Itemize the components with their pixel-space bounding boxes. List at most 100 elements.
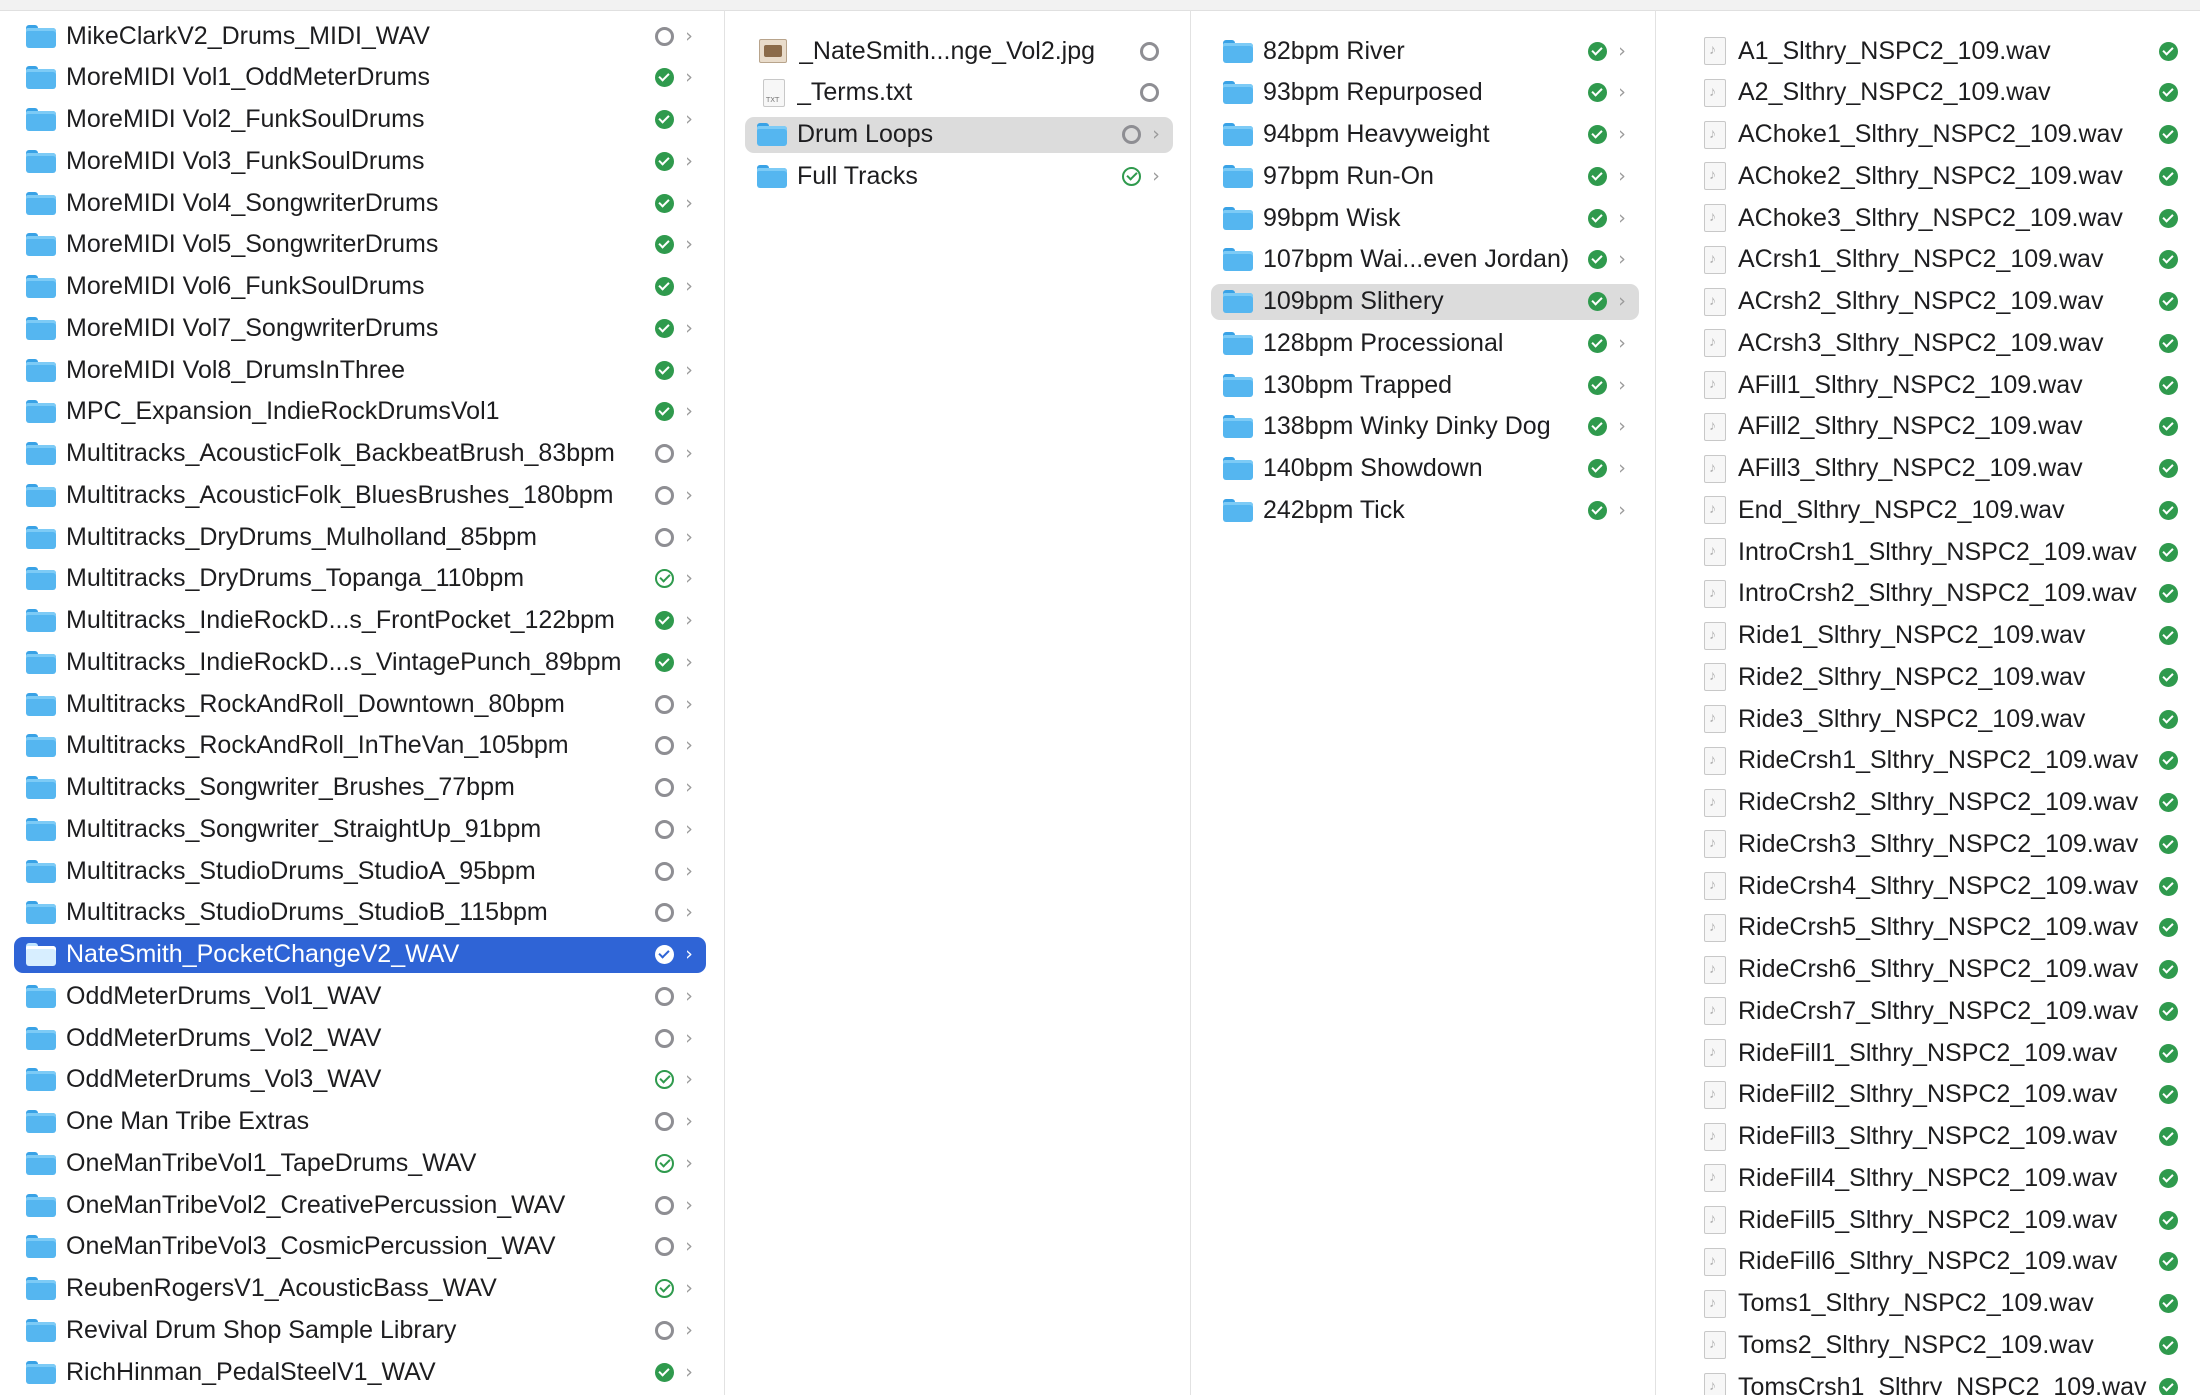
file-row[interactable]: ACrsh3_Slthry_NSPC2_109.wav	[1686, 325, 2192, 361]
file-row[interactable]: IntroCrsh2_Slthry_NSPC2_109.wav	[1686, 576, 2192, 612]
file-row[interactable]: RideCrsh5_Slthry_NSPC2_109.wav	[1686, 910, 2192, 946]
folder-row[interactable]: OneManTribeVol2_CreativePercussion_WAV ›	[14, 1187, 706, 1223]
folder-row[interactable]: 107bpm Wai...even Jordan) ›	[1211, 242, 1639, 278]
file-row[interactable]: RideFill3_Slthry_NSPC2_109.wav	[1686, 1119, 2192, 1155]
folder-row[interactable]: OddMeterDrums_Vol2_WAV ›	[14, 1020, 706, 1056]
file-row[interactable]: RideCrsh7_Slthry_NSPC2_109.wav	[1686, 993, 2192, 1029]
column-drum-loops[interactable]: 82bpm River › 93bpm Repurposed › 94bpm Heavy…	[1191, 10, 1655, 1395]
column-slithery-files[interactable]: A1_Slthry_NSPC2_109.wav A2_Slthry_NSPC2_1…	[1656, 10, 2200, 1395]
folder-row[interactable]: Multitracks_DryDrums_Mulholland_85bpm ›	[14, 519, 706, 555]
file-row[interactable]: End_Slthry_NSPC2_109.wav	[1686, 492, 2192, 528]
chevron-right-icon: ›	[685, 1151, 693, 1174]
folder-row[interactable]: RichHinman_PedalSteelV1_WAV ›	[14, 1354, 706, 1390]
folder-row[interactable]: 97bpm Run-On ›	[1211, 158, 1639, 194]
folder-row[interactable]: Full Tracks ›	[745, 158, 1173, 194]
item-name: Multitracks_Songwriter_Brushes_77bpm	[66, 773, 515, 801]
file-row[interactable]: _Terms.txt	[745, 75, 1173, 111]
file-row[interactable]: RideCrsh6_Slthry_NSPC2_109.wav	[1686, 952, 2192, 988]
column-pocketchange[interactable]: _NateSmith...nge_Vol2.jpg _Terms.txt Drum …	[725, 10, 1190, 1395]
file-row[interactable]: A2_Slthry_NSPC2_109.wav	[1686, 75, 2192, 111]
file-row[interactable]: A1_Slthry_NSPC2_109.wav	[1686, 33, 2192, 69]
item-name: Toms1_Slthry_NSPC2_109.wav	[1738, 1289, 2094, 1317]
folder-row[interactable]: MoreMIDI Vol3_FunkSoulDrums ›	[14, 143, 706, 179]
synced-check-icon	[1588, 459, 1607, 478]
folder-icon	[26, 1151, 56, 1175]
folder-row[interactable]: Drum Loops ›	[745, 116, 1173, 153]
audio-file-icon	[1704, 371, 1726, 399]
folder-row[interactable]: MoreMIDI Vol4_SongwriterDrums ›	[14, 185, 706, 221]
file-row[interactable]: RideCrsh3_Slthry_NSPC2_109.wav	[1686, 826, 2192, 862]
folder-icon	[757, 164, 787, 188]
folder-row[interactable]: 94bpm Heavyweight ›	[1211, 117, 1639, 153]
folder-row[interactable]: NateSmith_PocketChangeV2_WAV ›	[14, 936, 706, 973]
folder-row[interactable]: Multitracks_StudioDrums_StudioA_95bpm ›	[14, 853, 706, 889]
folder-row[interactable]: Multitracks_Songwriter_StraightUp_91bpm ›	[14, 811, 706, 847]
file-row[interactable]: RideFill5_Slthry_NSPC2_109.wav	[1686, 1202, 2192, 1238]
folder-row[interactable]: 93bpm Repurposed ›	[1211, 75, 1639, 111]
folder-row[interactable]: MoreMIDI Vol2_FunkSoulDrums ›	[14, 102, 706, 138]
file-row[interactable]: RideFill1_Slthry_NSPC2_109.wav	[1686, 1035, 2192, 1071]
folder-row[interactable]: OddMeterDrums_Vol1_WAV ›	[14, 978, 706, 1014]
folder-row[interactable]: MoreMIDI Vol5_SongwriterDrums ›	[14, 227, 706, 263]
audio-file-icon	[1704, 287, 1726, 316]
folder-row[interactable]: Multitracks_IndieRockD...s_FrontPocket_1…	[14, 603, 706, 639]
folder-row[interactable]: Revival Drum Shop Sample Library ›	[14, 1312, 706, 1348]
folder-icon	[26, 442, 56, 465]
file-row[interactable]: ACrsh1_Slthry_NSPC2_109.wav	[1686, 242, 2192, 278]
folder-row[interactable]: Multitracks_Songwriter_Brushes_77bpm ›	[14, 770, 706, 806]
file-row[interactable]: AChoke1_Slthry_NSPC2_109.wav	[1686, 117, 2192, 153]
folder-row[interactable]: One Man Tribe Extras ›	[14, 1104, 706, 1140]
folder-row[interactable]: MoreMIDI Vol8_DrumsInThree ›	[14, 352, 706, 388]
folder-row[interactable]: ReubenRogersV1_AcousticBass_WAV ›	[14, 1271, 706, 1307]
folder-row[interactable]: 99bpm Wisk ›	[1211, 200, 1639, 236]
folder-row[interactable]: 242bpm Tick ›	[1211, 492, 1639, 528]
folder-row[interactable]: Multitracks_RockAndRoll_Downtown_80bpm ›	[14, 686, 706, 722]
folder-row[interactable]: MoreMIDI Vol6_FunkSoulDrums ›	[14, 269, 706, 305]
file-row[interactable]: Toms1_Slthry_NSPC2_109.wav	[1686, 1286, 2192, 1322]
synced-check-icon	[655, 193, 674, 213]
column-browser-root[interactable]: MikeClarkV2_Drums_MIDI_WAV › MoreMIDI Vol1…	[0, 10, 724, 1395]
item-name: AChoke2_Slthry_NSPC2_109.wav	[1738, 161, 2123, 190]
file-row[interactable]: AFill3_Slthry_NSPC2_109.wav	[1686, 451, 2192, 487]
file-row[interactable]: RideCrsh2_Slthry_NSPC2_109.wav	[1686, 785, 2192, 821]
folder-row[interactable]: 109bpm Slithery ›	[1211, 283, 1639, 320]
folder-row[interactable]: 140bpm Showdown ›	[1211, 451, 1639, 487]
folder-row[interactable]: 138bpm Winky Dinky Dog ›	[1211, 409, 1639, 445]
file-row[interactable]: RideCrsh4_Slthry_NSPC2_109.wav	[1686, 868, 2192, 904]
file-row[interactable]: RideFill4_Slthry_NSPC2_109.wav	[1686, 1160, 2192, 1196]
folder-row[interactable]: Multitracks_StudioDrums_StudioB_115bpm ›	[14, 895, 706, 931]
folder-row[interactable]: OneManTribeVol1_TapeDrums_WAV ›	[14, 1145, 706, 1181]
folder-row[interactable]: MoreMIDI Vol7_SongwriterDrums ›	[14, 310, 706, 346]
folder-row[interactable]: MPC_Expansion_IndieRockDrumsVol1 ›	[14, 394, 706, 430]
folder-row[interactable]: Multitracks_AcousticFolk_BluesBrushes_18…	[14, 477, 706, 513]
folder-row[interactable]: 130bpm Trapped ›	[1211, 367, 1639, 403]
file-row[interactable]: IntroCrsh1_Slthry_NSPC2_109.wav	[1686, 534, 2192, 570]
file-row[interactable]: RideFill2_Slthry_NSPC2_109.wav	[1686, 1077, 2192, 1113]
file-row[interactable]: Ride2_Slthry_NSPC2_109.wav	[1686, 659, 2192, 695]
folder-row[interactable]: 128bpm Processional ›	[1211, 325, 1639, 361]
folder-row[interactable]: Multitracks_RockAndRoll_InTheVan_105bpm ›	[14, 728, 706, 764]
file-row[interactable]: RideFill6_Slthry_NSPC2_109.wav	[1686, 1244, 2192, 1280]
file-row[interactable]: AChoke3_Slthry_NSPC2_109.wav	[1686, 200, 2192, 236]
synced-check-icon	[1588, 375, 1607, 395]
folder-row[interactable]: MoreMIDI Vol1_OddMeterDrums ›	[14, 60, 706, 96]
file-row[interactable]: TomsCrsh1_Slthry_NSPC2_109.wav	[1686, 1369, 2192, 1395]
file-row[interactable]: Ride1_Slthry_NSPC2_109.wav	[1686, 618, 2192, 654]
file-row[interactable]: Toms2_Slthry_NSPC2_109.wav	[1686, 1327, 2192, 1363]
file-row[interactable]: AChoke2_Slthry_NSPC2_109.wav	[1686, 158, 2192, 194]
folder-row[interactable]: 82bpm River ›	[1211, 33, 1639, 69]
folder-row[interactable]: Multitracks_IndieRockD...s_VintagePunch_…	[14, 644, 706, 680]
file-row[interactable]: RideCrsh1_Slthry_NSPC2_109.wav	[1686, 743, 2192, 779]
folder-row[interactable]: MikeClarkV2_Drums_MIDI_WAV ›	[14, 18, 706, 54]
folder-icon	[26, 1110, 56, 1133]
file-row[interactable]: ACrsh2_Slthry_NSPC2_109.wav	[1686, 284, 2192, 320]
folder-row[interactable]: OneManTribeVol3_CosmicPercussion_WAV ›	[14, 1229, 706, 1265]
folder-row[interactable]: OddMeterDrums_Vol3_WAV ›	[14, 1062, 706, 1098]
folder-row[interactable]: Multitracks_DryDrums_Topanga_110bpm ›	[14, 561, 706, 597]
file-row[interactable]: _NateSmith...nge_Vol2.jpg	[745, 33, 1173, 69]
file-row[interactable]: AFill2_Slthry_NSPC2_109.wav	[1686, 409, 2192, 445]
file-row[interactable]: Ride3_Slthry_NSPC2_109.wav	[1686, 701, 2192, 737]
folder-row[interactable]: Multitracks_AcousticFolk_BackbeatBrush_8…	[14, 436, 706, 472]
synced-check-icon	[1588, 166, 1607, 186]
file-row[interactable]: AFill1_Slthry_NSPC2_109.wav	[1686, 367, 2192, 403]
